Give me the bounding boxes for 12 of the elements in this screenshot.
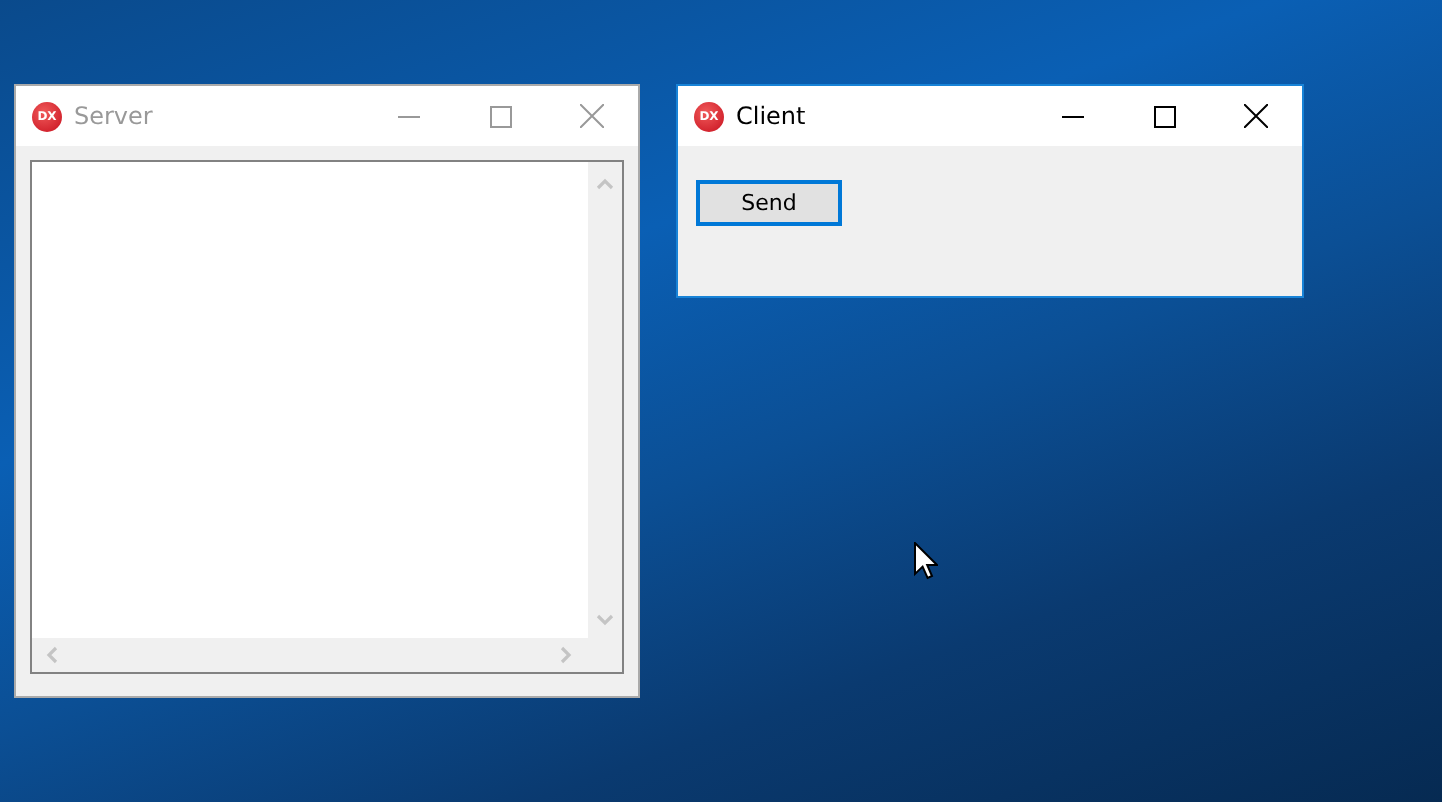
maximize-icon (1153, 105, 1175, 127)
maximize-icon (489, 105, 511, 127)
scroll-right-icon (560, 646, 572, 664)
send-button[interactable]: Send (696, 180, 842, 226)
window-title: Server (74, 102, 153, 130)
window-title: Client (736, 102, 806, 130)
scroll-up-icon (596, 178, 614, 190)
scroll-down-icon (596, 614, 614, 626)
scroll-left-icon (46, 646, 58, 664)
close-icon (580, 104, 604, 128)
close-icon (1244, 104, 1268, 128)
mouse-pointer-icon (914, 542, 938, 580)
